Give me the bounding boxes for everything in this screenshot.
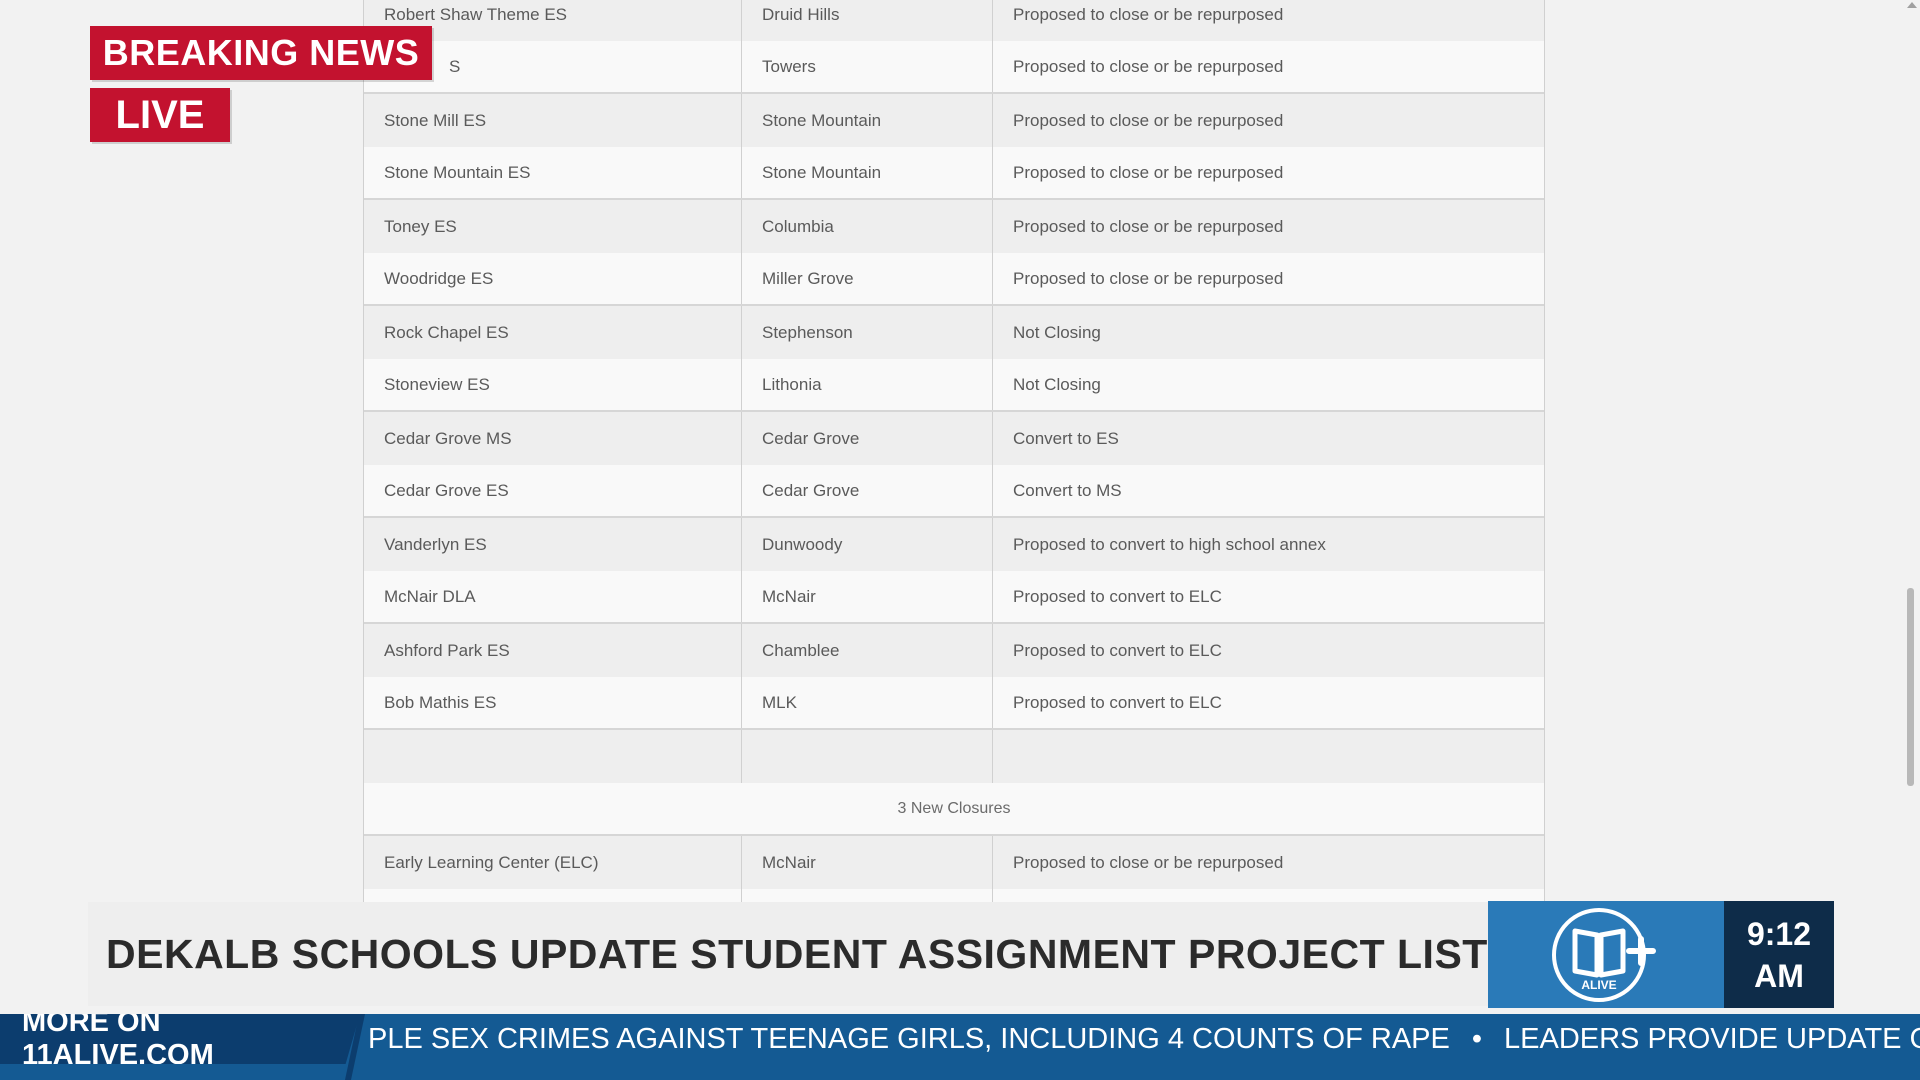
table-row: Rock Chapel ES Stephenson Not Closing <box>364 306 1544 359</box>
region-cell: Dunwoody <box>742 518 993 571</box>
scroll-up-arrow-icon[interactable] <box>1907 2 1917 8</box>
region-cell: MLK <box>742 677 993 728</box>
table-row: Toney ES Columbia Proposed to close or b… <box>364 200 1544 253</box>
school-cell: Woodridge ES <box>364 253 742 304</box>
school-table: Robert Shaw Theme ES Druid Hills Propose… <box>363 0 1545 942</box>
table-row: Woodridge ES Miller Grove Proposed to cl… <box>364 253 1544 306</box>
region-cell: Stone Mountain <box>742 94 993 147</box>
ticker-label: MORE ON 11ALIVE.COM <box>0 1014 360 1064</box>
alive-plus-logo-icon: ALIVE <box>1552 907 1656 1002</box>
table-row: Cedar Grove MS Cedar Grove Convert to ES <box>364 412 1544 465</box>
region-cell: McNair <box>742 571 993 622</box>
table-row: Stone Mill ES Stone Mountain Proposed to… <box>364 94 1544 147</box>
table-row: Bob Mathis ES MLK Proposed to convert to… <box>364 677 1544 730</box>
section-header-row: 3 New Closures <box>364 783 1544 836</box>
headline-text: DEKALB SCHOOLS UPDATE STUDENT ASSIGNMENT… <box>106 930 1488 977</box>
table-row: S Towers Proposed to close or be repurpo… <box>364 41 1544 94</box>
live-badge: LIVE <box>90 88 230 142</box>
region-cell: Chamblee <box>742 624 993 677</box>
clock-ampm: AM <box>1754 957 1804 994</box>
school-cell: Ashford Park ES <box>364 624 742 677</box>
table-row: Ashford Park ES Chamblee Proposed to con… <box>364 624 1544 677</box>
status-cell: Not Closing <box>1013 322 1101 342</box>
region-cell: Miller Grove <box>742 253 993 304</box>
table-row: Cedar Grove ES Cedar Grove Convert to MS <box>364 465 1544 518</box>
status-cell: Proposed to close or be repurposed <box>1013 110 1284 130</box>
ticker-item: PLE SEX CRIMES AGAINST TEENAGE GIRLS, IN… <box>368 1022 1450 1055</box>
table-row: Stone Mountain ES Stone Mountain Propose… <box>364 147 1544 200</box>
status-cell: Proposed to close or be repurposed <box>1013 4 1284 24</box>
school-cell: McNair DLA <box>364 571 742 622</box>
status-cell: Not Closing <box>1013 374 1101 394</box>
region-cell: McNair <box>742 836 993 889</box>
status-cell: Proposed to convert to high school annex <box>1013 534 1326 554</box>
region-cell: Cedar Grove <box>742 412 993 465</box>
table-row-empty <box>364 730 1544 783</box>
school-cell: Stone Mill ES <box>364 94 742 147</box>
region-cell: Lithonia <box>742 359 993 410</box>
table-row: Stoneview ES Lithonia Not Closing <box>364 359 1544 412</box>
status-cell: Convert to ES <box>1013 428 1119 448</box>
status-cell: Proposed to close or be repurposed <box>1013 268 1284 288</box>
region-cell: Stephenson <box>742 306 993 359</box>
region-cell: Columbia <box>742 200 993 253</box>
region-cell <box>742 730 993 783</box>
ticker-crawl: PLE SEX CRIMES AGAINST TEENAGE GIRLS, IN… <box>368 1014 1920 1064</box>
school-cell: Stone Mountain ES <box>364 147 742 198</box>
region-cell: Towers <box>742 41 993 92</box>
ticker-bullet-icon: • <box>1471 1022 1483 1055</box>
school-cell: Cedar Grove MS <box>364 412 742 465</box>
scrollbar-thumb[interactable] <box>1907 588 1914 786</box>
region-cell: Stone Mountain <box>742 147 993 198</box>
status-cell: Proposed to close or be repurposed <box>1013 56 1284 76</box>
school-cell: Bob Mathis ES <box>364 677 742 728</box>
table-row: Vanderlyn ES Dunwoody Proposed to conver… <box>364 518 1544 571</box>
status-cell: Proposed to close or be repurposed <box>1013 162 1284 182</box>
region-cell: Cedar Grove <box>742 465 993 516</box>
school-cell: Stoneview ES <box>364 359 742 410</box>
status-cell: Proposed to convert to ELC <box>1013 586 1222 606</box>
status-cell: Proposed to close or be repurposed <box>1013 852 1284 872</box>
section-header: 3 New Closures <box>897 799 1011 817</box>
table-row: Early Learning Center (ELC) McNair Propo… <box>364 836 1544 889</box>
table-row: McNair DLA McNair Proposed to convert to… <box>364 571 1544 624</box>
logo-text: ALIVE <box>1581 978 1616 992</box>
table-row: Robert Shaw Theme ES Druid Hills Propose… <box>364 0 1544 41</box>
school-cell: Toney ES <box>364 200 742 253</box>
school-cell: Vanderlyn ES <box>364 518 742 571</box>
school-cell: Cedar Grove ES <box>364 465 742 516</box>
status-cell: Convert to MS <box>1013 480 1122 500</box>
status-cell <box>993 730 1542 783</box>
school-cell: Early Learning Center (ELC) <box>364 836 742 889</box>
clock: 9:12 AM <box>1724 901 1834 1008</box>
status-cell: Proposed to close or be repurposed <box>1013 216 1284 236</box>
clock-time: 9:12 <box>1746 915 1812 952</box>
status-cell: Proposed to convert to ELC <box>1013 640 1222 660</box>
school-cell: Rock Chapel ES <box>364 306 742 359</box>
region-cell: Druid Hills <box>742 0 993 41</box>
school-cell <box>364 730 742 783</box>
station-logo: ALIVE <box>1488 901 1724 1008</box>
breaking-news-badge: BREAKING NEWS <box>90 26 432 80</box>
news-ticker: MORE ON 11ALIVE.COM PLE SEX CRIMES AGAIN… <box>0 1014 1920 1080</box>
ticker-item: LEADERS PROVIDE UPDATE ON S <box>1504 1022 1920 1055</box>
status-cell: Proposed to convert to ELC <box>1013 692 1222 712</box>
